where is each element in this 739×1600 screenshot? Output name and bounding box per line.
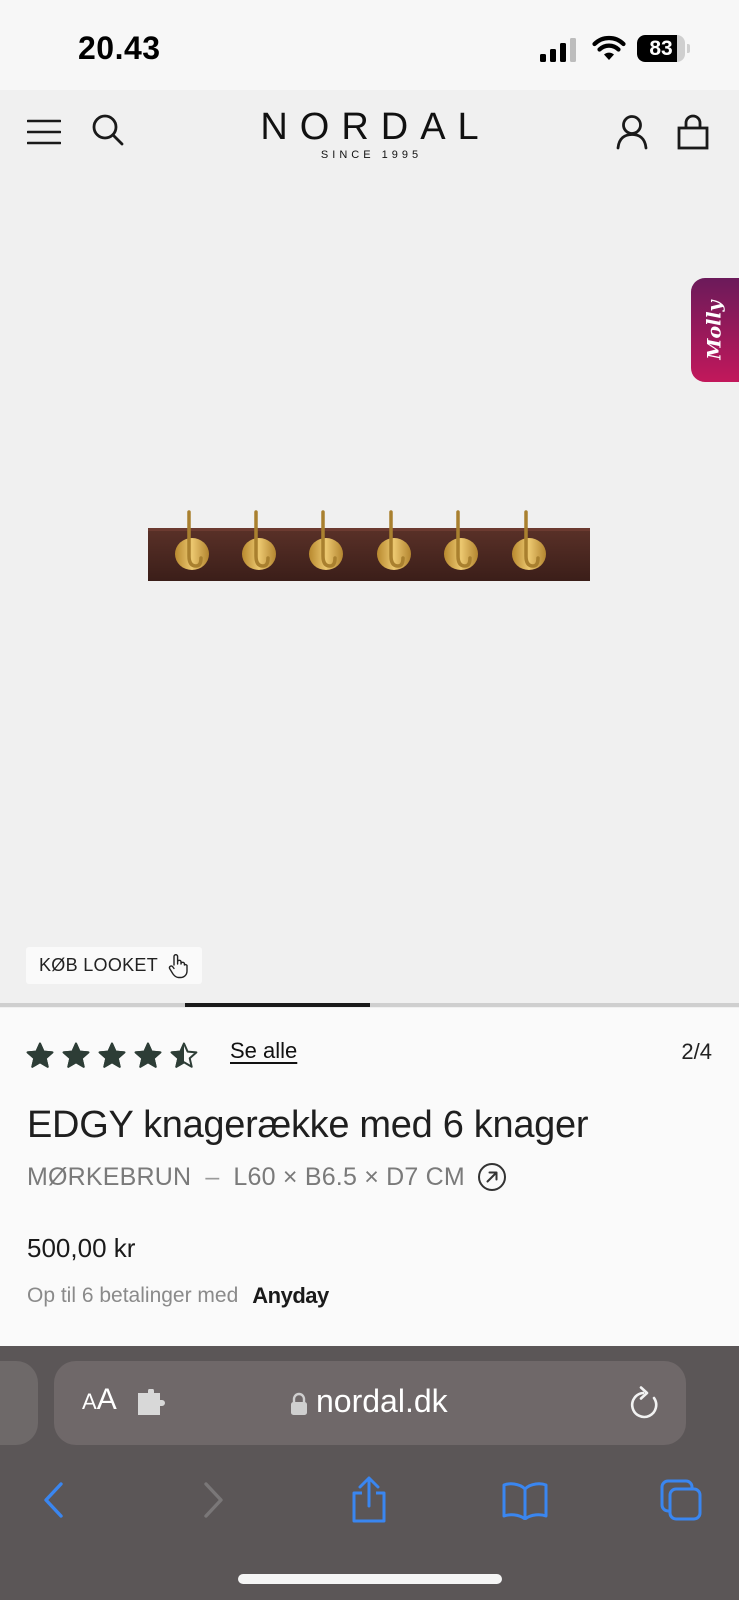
- text-size-big: A: [96, 1383, 117, 1416]
- variant-dimensions: L60 × B6.5 × D7 CM: [233, 1162, 465, 1191]
- site-header: NORDAL SINCE 1995: [0, 90, 739, 185]
- installments-text: Op til 6 betalinger med: [27, 1284, 239, 1307]
- buy-the-look-label: KØB LOOKET: [39, 955, 159, 975]
- variant-separator: –: [205, 1162, 220, 1191]
- extension-puzzle-icon[interactable]: [136, 1389, 168, 1417]
- shopping-bag-icon[interactable]: [673, 110, 713, 154]
- chevron-right-icon: [204, 1482, 223, 1518]
- installments-info: Op til 6 betalinger med Anyday: [27, 1283, 329, 1309]
- star-full-icon: [98, 1042, 126, 1068]
- anyday-logo: Anyday: [252, 1283, 329, 1308]
- brand-tagline: SINCE 1995: [320, 149, 423, 161]
- star-full-icon: [26, 1042, 54, 1068]
- text-size-button[interactable]: AA: [82, 1383, 117, 1417]
- text-size-small: A: [82, 1389, 97, 1414]
- previous-tab-preview[interactable]: [0, 1361, 38, 1445]
- gallery-progress-indicator: [184, 1003, 370, 1007]
- star-half-icon: [170, 1042, 198, 1068]
- brand-logo[interactable]: NORDAL SINCE 1995: [220, 106, 519, 161]
- pointer-hand-icon: [168, 953, 188, 978]
- product-variant: MØRKEBRUN – L60 × B6.5 × D7 CM: [27, 1162, 507, 1192]
- product-gallery[interactable]: Molly KØB LOOKET: [0, 185, 739, 1007]
- image-counter: 2/4: [681, 1039, 712, 1064]
- back-button[interactable]: [24, 1470, 84, 1530]
- bookmarks-button[interactable]: [495, 1470, 555, 1530]
- cellular-signal-icon: [540, 38, 576, 62]
- wifi-icon: [592, 35, 626, 60]
- search-icon[interactable]: [88, 110, 128, 150]
- chat-widget-label: Molly: [704, 300, 726, 360]
- star-full-icon: [134, 1042, 162, 1068]
- brand-name: NORDAL: [260, 106, 491, 148]
- browser-bar: AA nordal.dk: [0, 1346, 739, 1600]
- star-full-icon: [62, 1042, 90, 1068]
- product-price: 500,00 kr: [27, 1233, 136, 1263]
- product-info: Se alle 2/4 EDGY knagerække med 6 knager…: [0, 1008, 739, 1346]
- url-text: nordal.dk: [316, 1383, 448, 1419]
- buy-the-look-button[interactable]: KØB LOOKET: [26, 947, 203, 984]
- forward-button[interactable]: [183, 1470, 243, 1530]
- account-icon[interactable]: [612, 110, 652, 154]
- book-icon: [502, 1482, 548, 1520]
- gallery-progress-track: [0, 1003, 739, 1007]
- status-time: 20.43: [78, 30, 161, 66]
- browser-toolbar: [0, 1470, 739, 1540]
- share-icon: [352, 1476, 386, 1523]
- chevron-left-icon: [44, 1482, 63, 1518]
- variant-color: MØRKEBRUN: [27, 1162, 192, 1191]
- see-all-reviews-link[interactable]: Se alle: [230, 1038, 297, 1064]
- battery-icon: 83: [637, 35, 690, 62]
- tabs-icon: [660, 1479, 702, 1521]
- address-bar[interactable]: AA nordal.dk: [54, 1361, 686, 1445]
- home-indicator: [238, 1574, 502, 1584]
- chat-widget-tab[interactable]: Molly: [691, 278, 739, 382]
- tabs-button[interactable]: [651, 1470, 711, 1530]
- status-bar: 20.43 83: [0, 0, 739, 90]
- share-button[interactable]: [339, 1470, 399, 1530]
- lock-icon: [291, 1392, 307, 1415]
- product-title: EDGY knagerække med 6 knager: [27, 1104, 589, 1146]
- battery-level: 83: [649, 37, 673, 60]
- product-image: [148, 510, 590, 581]
- star-rating[interactable]: [26, 1042, 198, 1069]
- menu-icon[interactable]: [24, 112, 64, 152]
- arrow-up-right-icon[interactable]: [477, 1162, 507, 1192]
- reload-icon[interactable]: [628, 1385, 662, 1421]
